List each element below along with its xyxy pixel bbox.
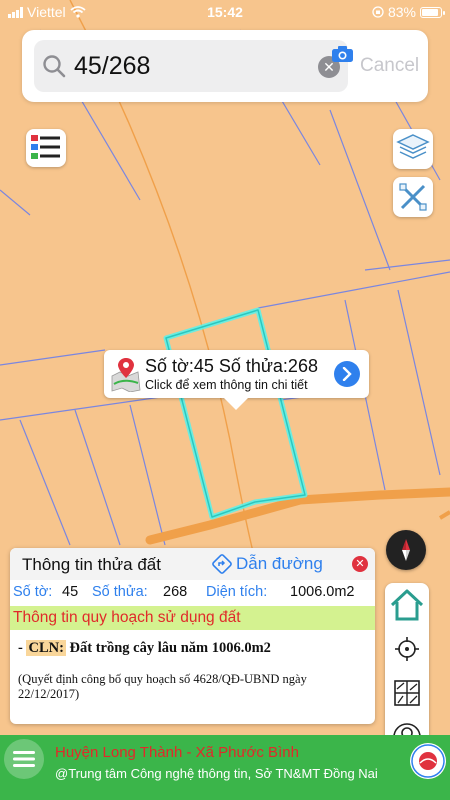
cancel-button[interactable]: Cancel [360,55,419,77]
camera-icon[interactable] [330,44,356,64]
legend-list-icon [31,135,60,159]
home-button[interactable] [385,583,429,627]
home-icon [390,589,424,621]
compass-icon [402,539,410,561]
legend-button[interactable] [26,129,66,167]
planning-decision: (Quyết định công bố quy hoạch số 4628/QĐ… [18,672,307,701]
land-use-line: - CLN: Đất trồng cây lâu năm 1006.0m2 [18,640,271,657]
popup-subtitle: Click để xem thông tin chi tiết [145,378,308,392]
agency-logo [410,743,446,779]
directions-button[interactable]: Dẫn đường [212,554,323,574]
popup-title: Số tờ:45 Số thửa:268 [145,356,318,376]
planning-heading-bar: Thông tin quy hoạch sử dụng đất [10,606,375,630]
battery-icon [420,6,445,18]
sheet-value: 45 [62,584,79,600]
planning-heading: Thông tin quy hoạch sử dụng đất [13,609,241,626]
layers-icon [396,134,430,159]
directions-icon [212,554,232,574]
status-bar: Viettel 15:42 83% [0,0,450,24]
battery-percent: 83% [387,4,416,20]
land-use-text: Đất trồng cây lâu năm 1006.0m2 [65,640,271,656]
info-panel-header: Thông tin thửa đất Dẫn đường ✕ [10,548,375,580]
location-text: Huyện Long Thành - Xã Phước Bình [55,744,299,761]
copyright-text: @Trung tâm Công nghệ thông tin, Sở TN&MT… [55,766,378,781]
parcel-stats-row: Số tờ: 45 Số thửa: 268 Diện tích: 1006.0… [10,582,375,604]
popup-detail-button[interactable] [334,361,360,387]
measure-tools-button[interactable] [393,177,433,217]
agency-logo-icon [411,744,445,778]
compass-button[interactable] [386,530,426,570]
menu-icon [13,751,35,767]
area-label: Diện tích: [206,584,268,600]
locate-icon [395,637,419,661]
parcel-grid-icon [394,680,420,706]
land-use-code: CLN: [26,640,66,656]
info-panel-title: Thông tin thửa đất [22,555,161,574]
sheet-label: Số tờ: [13,584,53,600]
locate-button[interactable] [385,627,429,671]
battery-info: 83% [372,4,445,20]
parcel-label: Số thửa: [92,584,148,600]
parcel-grid-button[interactable] [385,671,429,715]
search-icon [43,55,66,78]
directions-label: Dẫn đường [236,554,323,573]
close-panel-button[interactable]: ✕ [352,556,368,572]
footer-bar: Huyện Long Thành - Xã Phước Bình @Trung … [0,735,450,800]
menu-button[interactable] [4,739,44,779]
measure-tools-icon [399,183,427,211]
layers-button[interactable] [393,129,433,169]
search-box[interactable]: ✕ [34,40,353,92]
area-value: 1006.0m2 [290,584,355,600]
parcel-info-panel: Thông tin thửa đất Dẫn đường ✕ Số tờ: 45… [10,548,375,724]
search-input[interactable] [74,48,304,84]
parcel-value: 268 [163,584,188,600]
map-pin-icon [111,358,141,392]
parcel-popup[interactable]: Số tờ:45 Số thửa:268 Click để xem thông … [104,350,369,410]
chevron-right-icon [342,367,352,381]
search-card: ✕ Cancel [22,30,428,102]
orientation-lock-icon [372,6,384,18]
